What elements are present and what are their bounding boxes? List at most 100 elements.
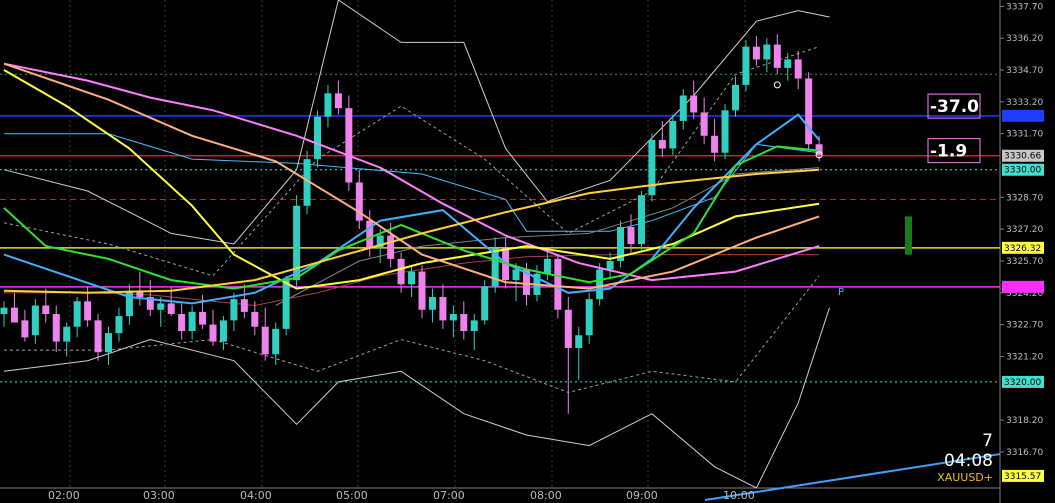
candle-body (679, 95, 687, 121)
candle-body (418, 271, 426, 310)
y-tick-label: 3325.70 (1006, 257, 1043, 267)
candle-body (157, 303, 165, 310)
candle-body (732, 84, 739, 111)
candle-body (230, 299, 238, 321)
candle-body (742, 46, 750, 85)
candle-body (52, 314, 60, 342)
candle-body (219, 320, 227, 342)
bar-countdown: 04:08 (944, 451, 993, 471)
candle-body (408, 271, 416, 285)
y-tick-label: 3316.70 (1006, 448, 1043, 458)
candle-body (543, 258, 551, 274)
candle-body (700, 112, 708, 136)
y-tick-label: 3337.70 (1006, 2, 1043, 12)
y-tick-label: 3321.20 (1006, 352, 1043, 362)
series-line-11 (3, 46, 820, 277)
x-tick-label: 04:00 (240, 489, 272, 502)
indicator-bands (3, 0, 830, 489)
candle-body (439, 297, 447, 321)
pivot-label: P (838, 287, 844, 298)
candle-body (397, 258, 405, 285)
candle-body (167, 303, 175, 315)
candle-body (554, 258, 562, 310)
candle-body (209, 324, 217, 342)
candle-body (627, 227, 635, 244)
x-tick-label: 07:00 (433, 489, 465, 502)
y-tick-label: 3331.70 (1006, 130, 1043, 140)
price-tag-text: 3330.66 (1004, 152, 1041, 162)
candle-body (481, 286, 489, 321)
candle-body (261, 326, 269, 355)
candle-body (773, 44, 781, 68)
y-tick-label: 3334.70 (1006, 66, 1043, 76)
candle-body (282, 280, 290, 329)
x-tick-label: 02:00 (48, 489, 80, 502)
y-tick-label: 3327.20 (1006, 225, 1043, 235)
candle-body (387, 235, 395, 259)
candle-body (199, 311, 207, 325)
candle-body (606, 260, 614, 270)
price-tag-text: 3332.54 (1004, 112, 1041, 122)
candle-body (272, 328, 280, 355)
candle-body (31, 305, 39, 336)
candle-body (763, 44, 771, 60)
candle-body (794, 59, 802, 79)
series-line-6 (4, 133, 820, 232)
indicator-labels: -37.0 -1.9 (927, 93, 981, 164)
candle-body (564, 309, 572, 348)
candle-body (690, 95, 698, 113)
candle-body (449, 314, 457, 321)
candle-body (596, 269, 604, 300)
candle-body (188, 311, 196, 331)
candle-body (512, 269, 520, 281)
y-tick-label: 3318.20 (1006, 416, 1043, 426)
indicator-label-text: -1.9 (930, 142, 967, 162)
candle-body (637, 195, 645, 244)
price-tag-text: 3330.00 (1004, 166, 1041, 176)
candle-body (711, 135, 719, 153)
candle-body (334, 93, 342, 109)
candle-body (648, 140, 656, 196)
y-tick-label: 3333.20 (1006, 98, 1043, 108)
price-axis[interactable]: 3337.70 3336.20 3334.70 3333.20 3331.70 3328.… (1000, 2, 1043, 458)
series-line-10 (3, 307, 830, 489)
signal-marker (773, 81, 781, 89)
candle-body (0, 307, 8, 315)
y-tick-label: 3336.20 (1006, 34, 1043, 44)
candle-body (324, 93, 332, 117)
candle-body (669, 120, 677, 149)
candle-body (21, 320, 29, 338)
candle-body (240, 299, 248, 312)
candle-body (178, 314, 186, 331)
symbol-label: XAUUSD+ (937, 471, 993, 484)
x-tick-label: 05:00 (336, 489, 368, 502)
candle-body (42, 305, 50, 315)
candle-body (125, 290, 133, 317)
candle-body (251, 311, 259, 327)
candle-body (105, 333, 112, 353)
candle-body (73, 301, 81, 327)
price-tag-text: 3315.57 (1004, 472, 1041, 482)
price-tag-text: 3326.32 (1004, 244, 1041, 254)
price-tag-text: 3320.00 (1004, 378, 1041, 388)
horizontal-levels: P (0, 73, 1000, 383)
candle-body (784, 59, 792, 68)
chart-info-overlay: 7 04:08 XAUUSD+ (937, 431, 993, 485)
chart-grid (0, 0, 1001, 503)
candle-body (428, 297, 436, 310)
candle-body (115, 316, 123, 334)
x-tick-label: 03:00 (143, 489, 175, 502)
candle-body (94, 320, 102, 353)
candle-body (752, 46, 760, 60)
candle-body (721, 110, 729, 153)
time-axis[interactable]: 02:00 03:00 04:00 05:00 07:00 08:00 09:00 10:00 (48, 489, 755, 502)
candle-body (585, 299, 593, 336)
candle-body (345, 108, 353, 183)
candle-body (575, 335, 583, 348)
price-chart[interactable]: P 3337.70 3336.20 3334.70 3333.20 3331.70 332… (0, 0, 1055, 503)
candle-body (10, 307, 18, 323)
x-tick-label: 09:00 (626, 489, 658, 502)
x-tick-label: 08:00 (530, 489, 562, 502)
y-tick-label: 3328.70 (1006, 193, 1043, 203)
candle-body (84, 301, 92, 321)
